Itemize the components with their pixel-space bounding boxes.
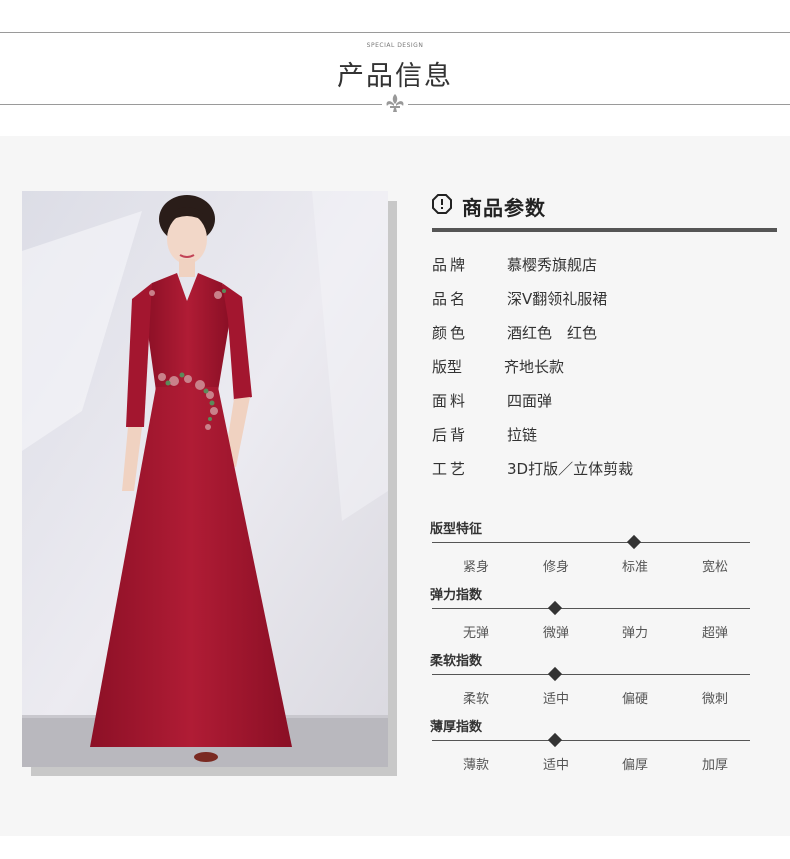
spec-row: 颜色 酒红色 红色 (432, 322, 597, 343)
feature-option: 宽松 (701, 560, 728, 575)
params-heading: 商品参数 (432, 192, 546, 220)
feature-option: 无弹 (462, 626, 489, 641)
spec-value: 四面弹 (507, 392, 553, 410)
feature-option: 微弹 (542, 626, 569, 641)
fleur-de-lis-icon (382, 93, 408, 113)
feature-option: 柔软 (462, 692, 489, 707)
feature-option: 微刺 (701, 692, 728, 707)
feature-title: 版型特征 (430, 522, 483, 537)
bottom-spacer (0, 836, 790, 859)
spec-label: 品名 (432, 290, 469, 308)
spec-row: 后背 拉链 (432, 424, 537, 445)
spec-value: 慕樱秀旗舰店 (507, 256, 598, 274)
params-heading-label: 商品参数 (462, 195, 546, 220)
feature-option: 超弹 (701, 626, 728, 641)
feature-scale-line (432, 608, 750, 609)
spec-label: 品牌 (432, 256, 469, 274)
page-title: 产品信息 (337, 61, 453, 92)
section-header: SPECIAL DESIGN 产品信息 (0, 0, 790, 136)
feature-title: 薄厚指数 (430, 720, 483, 735)
spec-row: 品名 深V翻领礼服裙 (432, 288, 607, 309)
product-photo (22, 191, 388, 767)
spec-value: 深V翻领礼服裙 (507, 290, 608, 308)
feature-option: 偏硬 (621, 692, 648, 707)
feature-scale-line (432, 740, 750, 741)
spec-label: 工艺 (432, 460, 469, 478)
params-heading-rule (432, 228, 777, 232)
spec-label: 面料 (432, 392, 469, 410)
feature-title: 柔软指数 (430, 654, 483, 669)
feature-option: 薄款 (462, 758, 489, 773)
spec-value: 拉链 (507, 426, 538, 444)
spec-value: 3D打版／立体剪裁 (507, 460, 634, 478)
feature-option: 加厚 (701, 758, 728, 773)
top-divider (0, 32, 790, 33)
spec-label: 版型 (432, 358, 463, 376)
feature-option: 紧身 (462, 560, 489, 575)
feature-scale-line (432, 542, 750, 543)
spec-value: 齐地长款 (504, 358, 565, 376)
header-subtitle: SPECIAL DESIGN (366, 42, 424, 49)
feature-scale-line (432, 674, 750, 675)
feature-option: 修身 (542, 560, 569, 575)
feature-option: 偏厚 (621, 758, 648, 773)
spec-label: 颜色 (432, 324, 469, 342)
feature-option: 适中 (542, 692, 569, 707)
spec-label: 后背 (432, 426, 469, 444)
spec-row: 工艺 3D打版／立体剪裁 (432, 458, 633, 479)
info-icon (432, 194, 452, 218)
feature-option: 标准 (621, 560, 648, 575)
feature-option: 适中 (542, 758, 569, 773)
spec-row: 版型 齐地长款 (432, 356, 564, 377)
spec-row: 面料 四面弹 (432, 390, 552, 411)
spec-row: 品牌 慕樱秀旗舰店 (432, 254, 597, 275)
feature-option: 弹力 (621, 626, 648, 641)
feature-title: 弹力指数 (430, 588, 483, 603)
spec-value: 酒红色 红色 (507, 324, 598, 342)
